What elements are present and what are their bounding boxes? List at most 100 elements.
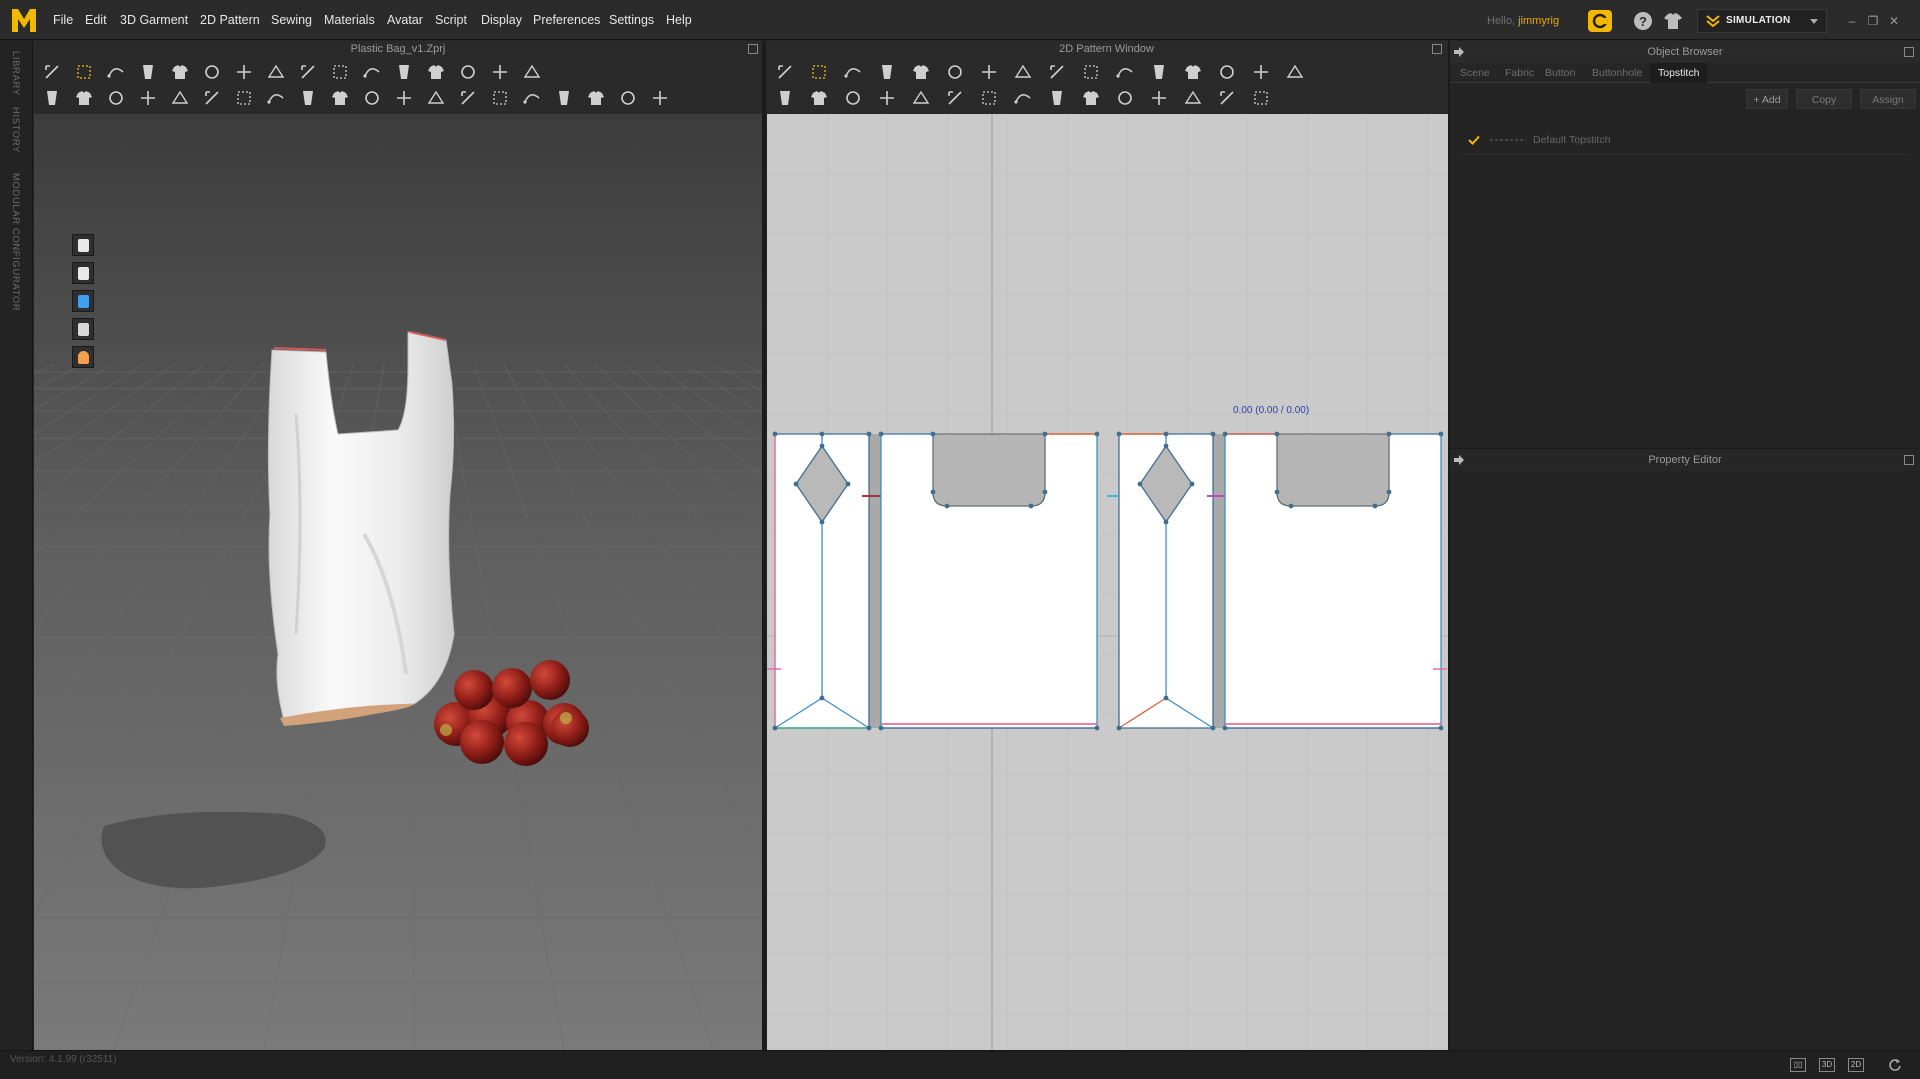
tack-icon[interactable] (234, 62, 254, 82)
menu-settings[interactable]: Settings (609, 0, 654, 40)
rectangle-icon[interactable] (1013, 62, 1033, 82)
tab-scene[interactable]: Scene (1460, 63, 1490, 83)
pattern-body-left[interactable] (878, 431, 1100, 731)
transform-pattern-icon[interactable] (74, 62, 94, 82)
pants-icon[interactable] (426, 62, 446, 82)
arrow-right-icon[interactable] (1454, 455, 1464, 465)
zip-icon[interactable] (490, 62, 510, 82)
internal-dart-icon[interactable] (1183, 62, 1203, 82)
pane-splitter[interactable] (762, 41, 766, 1050)
walk-icon[interactable] (42, 88, 62, 108)
garment-icon[interactable] (72, 234, 94, 256)
menu-file[interactable]: File (53, 0, 73, 40)
avatar-measure-icon[interactable] (266, 88, 286, 108)
select-move-icon[interactable] (42, 62, 62, 82)
check-sewing-icon[interactable] (877, 88, 897, 108)
refresh-icon[interactable] (1888, 1058, 1902, 1072)
segment-topstitch-icon[interactable] (1183, 88, 1203, 108)
edit-pattern-icon[interactable] (775, 62, 795, 82)
garment-store-icon[interactable] (1662, 11, 1684, 31)
menu-script[interactable]: Script (435, 0, 467, 40)
shirt-fold-icon[interactable] (362, 62, 382, 82)
circle-icon[interactable] (1047, 62, 1067, 82)
shirt-icon-3[interactable] (650, 88, 670, 108)
split-view-icon[interactable]: ▯▯ (1790, 1058, 1806, 1072)
menu-edit[interactable]: Edit (85, 0, 107, 40)
cut-icon[interactable] (522, 88, 542, 108)
tab-modular-configurator[interactable]: MODULAR CONFIGURATOR (10, 173, 21, 311)
menu-preferences[interactable]: Preferences (533, 0, 600, 40)
edit-curvature-icon[interactable] (877, 62, 897, 82)
pattern-body-right[interactable] (1222, 431, 1444, 731)
view-2d-button[interactable]: 2D (1848, 1058, 1864, 1072)
ruler-icon[interactable] (522, 62, 542, 82)
topstitch-icon[interactable] (1149, 88, 1169, 108)
layer-clone-icon[interactable] (1217, 62, 1237, 82)
rect-internal-icon[interactable] (1115, 62, 1135, 82)
arrange-icon[interactable] (298, 62, 318, 82)
pattern-gusset-left[interactable] (772, 431, 889, 731)
arrange-point-icon[interactable] (74, 88, 94, 108)
polygon-icon[interactable] (979, 62, 999, 82)
cloud-sync-icon[interactable] (1587, 9, 1613, 33)
shirt-icon-2[interactable] (618, 88, 638, 108)
sew-m-n-icon[interactable] (843, 88, 863, 108)
add-button[interactable]: + Add (1746, 89, 1788, 109)
circle-internal-icon[interactable] (1149, 62, 1169, 82)
menu-display[interactable]: Display (481, 0, 522, 40)
help-icon[interactable]: ? (1632, 11, 1654, 31)
menu-sewing[interactable]: Sewing (271, 0, 312, 40)
tab-topstitch[interactable]: Topstitch (1650, 63, 1708, 83)
3d-garment-viewport[interactable] (34, 114, 762, 1050)
close-icon[interactable]: ✕ (1887, 14, 1901, 28)
puckering-icon[interactable] (1047, 88, 1067, 108)
skin-icon[interactable] (72, 346, 94, 368)
texture-adjust-icon[interactable] (1115, 88, 1135, 108)
fold-icon[interactable] (266, 62, 286, 82)
line-icon[interactable] (394, 88, 414, 108)
sew-free-icon[interactable] (809, 88, 829, 108)
view-3d-button[interactable]: 3D (1819, 1058, 1835, 1072)
sew-segment-icon[interactable] (775, 88, 795, 108)
menu-3d-garment[interactable]: 3D Garment (120, 0, 188, 40)
checkmark-icon[interactable] (1468, 135, 1480, 145)
tab-button[interactable]: Button (1545, 63, 1575, 83)
create-internal-icon[interactable] (945, 62, 965, 82)
free-topstitch-icon[interactable] (1217, 88, 1237, 108)
press-icon[interactable] (234, 88, 254, 108)
hanger-icon[interactable] (298, 88, 318, 108)
2d-pattern-canvas[interactable]: 0.00 (0.00 / 0.00) (767, 114, 1448, 1050)
dart-icon[interactable] (1081, 62, 1101, 82)
tab-fabric[interactable]: Fabric (1505, 63, 1534, 83)
tab-history[interactable]: HISTORY (10, 107, 21, 153)
popout-icon[interactable] (1904, 47, 1914, 57)
iron-icon[interactable] (945, 88, 965, 108)
menu-2d-pattern[interactable]: 2D Pattern (200, 0, 260, 40)
tuck-icon[interactable] (1251, 62, 1271, 82)
trace-icon[interactable] (1013, 88, 1033, 108)
2d-pattern-viewport[interactable]: 0.00 (0.00 / 0.00) (767, 114, 1448, 1050)
tab-buttonhole[interactable]: Buttonhole (1592, 63, 1642, 83)
layer-icon[interactable] (458, 88, 478, 108)
username[interactable]: jimmyrig (1518, 15, 1559, 27)
edit-point-icon[interactable] (809, 62, 829, 82)
list-item[interactable]: Default Topstitch (1460, 125, 1910, 155)
fabric-icon[interactable] (979, 88, 999, 108)
fold-pattern-icon[interactable] (1285, 62, 1305, 82)
avatar-icon[interactable] (72, 262, 94, 284)
popout-icon[interactable] (1432, 44, 1442, 54)
lock-icon[interactable] (426, 88, 446, 108)
curve-pin-icon[interactable] (458, 62, 478, 82)
marvelous-logo[interactable] (10, 6, 38, 34)
mesh-icon[interactable] (72, 318, 94, 340)
measure-icon[interactable] (106, 88, 126, 108)
add-point-icon[interactable] (911, 62, 931, 82)
trim-icon[interactable] (490, 88, 510, 108)
tack-sew-icon[interactable] (911, 88, 931, 108)
jacket-icon[interactable] (394, 62, 414, 82)
buttonhole-icon[interactable] (362, 88, 382, 108)
fold-arrange-icon[interactable] (170, 88, 190, 108)
menu-materials[interactable]: Materials (324, 0, 375, 40)
menu-help[interactable]: Help (666, 0, 692, 40)
restore-icon[interactable]: ❐ (1866, 14, 1880, 28)
